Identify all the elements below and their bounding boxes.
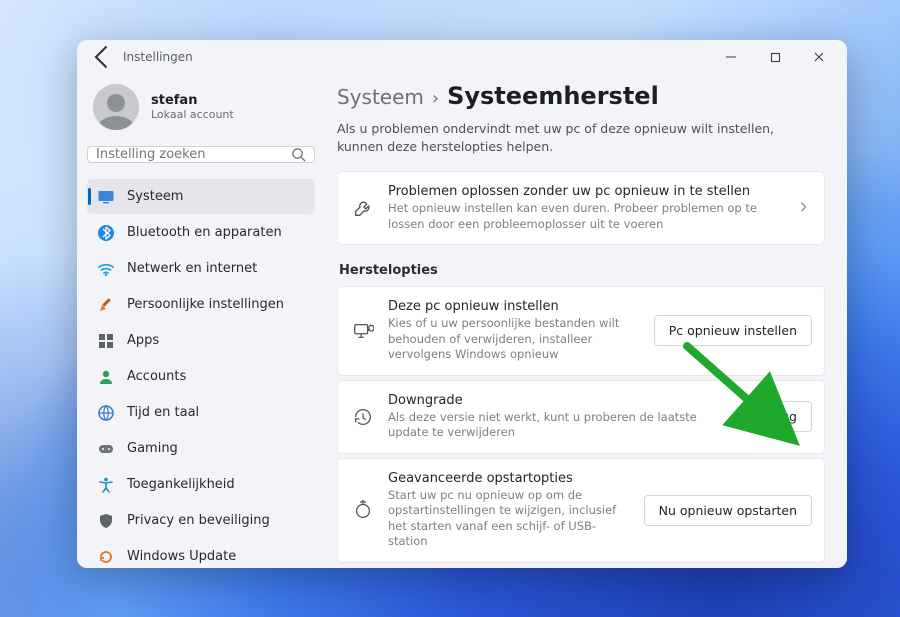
- privacy-icon: [97, 512, 115, 530]
- option-subtitle: Start uw pc nu opnieuw op om de opstarti…: [388, 488, 630, 550]
- maximize-icon: [770, 52, 781, 63]
- option-reset-pc: Deze pc opnieuw instellen Kies of u uw p…: [337, 286, 825, 376]
- intro-text: Als u problemen ondervindt met uw pc of …: [337, 120, 807, 155]
- sidebar-item-network[interactable]: Netwerk en internet: [87, 251, 315, 286]
- sidebar-item-accessibility[interactable]: Toegankelijkheid: [87, 467, 315, 502]
- nav: Systeem Bluetooth en apparaten Netwerk e…: [87, 179, 315, 568]
- option-subtitle: Kies of u uw persoonlijke bestanden wilt…: [388, 316, 640, 363]
- close-button[interactable]: [797, 42, 841, 72]
- troubleshoot-card[interactable]: Problemen oplossen zonder uw pc opnieuw …: [337, 171, 825, 245]
- option-subtitle: Als deze versie niet werkt, kunt u probe…: [388, 410, 734, 441]
- troubleshoot-subtitle: Het opnieuw instellen kan even duren. Pr…: [388, 201, 782, 232]
- troubleshoot-title: Problemen oplossen zonder uw pc opnieuw …: [388, 184, 782, 199]
- sidebar-item-label: Privacy en beveiliging: [127, 513, 270, 528]
- sidebar: stefan Lokaal account Systeem Bluetooth …: [77, 74, 325, 568]
- recovery-options: Deze pc opnieuw instellen Kies of u uw p…: [337, 286, 825, 563]
- search-input[interactable]: [96, 147, 276, 162]
- search-icon: [291, 147, 306, 162]
- sidebar-item-label: Toegankelijkheid: [127, 477, 235, 492]
- sidebar-item-label: Apps: [127, 333, 159, 348]
- back-button[interactable]: [89, 43, 117, 71]
- wrench-icon: [352, 197, 374, 219]
- app-title: Instellingen: [123, 50, 193, 64]
- bluetooth-icon: [97, 224, 115, 242]
- search-box[interactable]: [87, 146, 315, 163]
- option-title: Geavanceerde opstartopties: [388, 471, 630, 486]
- sidebar-item-apps[interactable]: Apps: [87, 323, 315, 358]
- page-title: Systeemherstel: [447, 82, 659, 110]
- system-icon: [97, 188, 115, 206]
- option-downgrade: Downgrade Als deze versie niet werkt, ku…: [337, 380, 825, 454]
- sidebar-item-label: Netwerk en internet: [127, 261, 257, 276]
- minimize-icon: [725, 51, 737, 63]
- sidebar-item-label: Persoonlijke instellingen: [127, 297, 284, 312]
- network-icon: [97, 260, 115, 278]
- sidebar-item-system[interactable]: Systeem: [87, 179, 315, 214]
- user-name: stefan: [151, 93, 234, 108]
- sidebar-item-accounts[interactable]: Accounts: [87, 359, 315, 394]
- chevron-right-icon: [796, 199, 810, 218]
- sidebar-item-label: Gaming: [127, 441, 178, 456]
- sidebar-item-privacy[interactable]: Privacy en beveiliging: [87, 503, 315, 538]
- breadcrumb: Systeem › Systeemherstel: [337, 82, 825, 110]
- sidebar-item-windows-update[interactable]: Windows Update: [87, 539, 315, 568]
- restart-icon: [352, 499, 374, 521]
- close-icon: [813, 51, 825, 63]
- sidebar-item-label: Accounts: [127, 369, 186, 384]
- history-icon: [352, 406, 374, 428]
- gaming-icon: [97, 440, 115, 458]
- personalization-icon: [97, 296, 115, 314]
- time-language-icon: [97, 404, 115, 422]
- arrow-left-icon: [89, 43, 117, 71]
- sidebar-item-personalization[interactable]: Persoonlijke instellingen: [87, 287, 315, 322]
- restart-now-button[interactable]: Nu opnieuw opstarten: [644, 495, 812, 526]
- sidebar-item-label: Windows Update: [127, 549, 236, 564]
- window-controls: [709, 42, 841, 72]
- option-title: Deze pc opnieuw instellen: [388, 299, 640, 314]
- option-advanced-startup: Geavanceerde opstartopties Start uw pc n…: [337, 458, 825, 563]
- maximize-button[interactable]: [753, 42, 797, 72]
- breadcrumb-parent[interactable]: Systeem: [337, 85, 424, 109]
- sidebar-item-label: Tijd en taal: [127, 405, 199, 420]
- reset-pc-button[interactable]: Pc opnieuw instellen: [654, 315, 812, 346]
- sidebar-item-bluetooth[interactable]: Bluetooth en apparaten: [87, 215, 315, 250]
- apps-icon: [97, 332, 115, 350]
- minimize-button[interactable]: [709, 42, 753, 72]
- settings-window: Instellingen stefan Lokaal account: [77, 40, 847, 568]
- option-title: Downgrade: [388, 393, 734, 408]
- go-back-button[interactable]: Terug: [748, 401, 812, 432]
- windows-update-icon: [97, 548, 115, 566]
- accounts-icon: [97, 368, 115, 386]
- main-content: Systeem › Systeemherstel Als u problemen…: [325, 74, 847, 568]
- breadcrumb-separator: ›: [432, 88, 439, 109]
- avatar: [93, 84, 139, 130]
- sidebar-item-time-language[interactable]: Tijd en taal: [87, 395, 315, 430]
- reset-icon: [352, 320, 374, 342]
- user-subtitle: Lokaal account: [151, 108, 234, 121]
- sidebar-item-gaming[interactable]: Gaming: [87, 431, 315, 466]
- accessibility-icon: [97, 476, 115, 494]
- sidebar-item-label: Systeem: [127, 189, 183, 204]
- sidebar-item-label: Bluetooth en apparaten: [127, 225, 282, 240]
- user-row[interactable]: stefan Lokaal account: [87, 78, 315, 140]
- titlebar: Instellingen: [77, 40, 847, 74]
- recovery-section-label: Herstelopties: [339, 263, 825, 278]
